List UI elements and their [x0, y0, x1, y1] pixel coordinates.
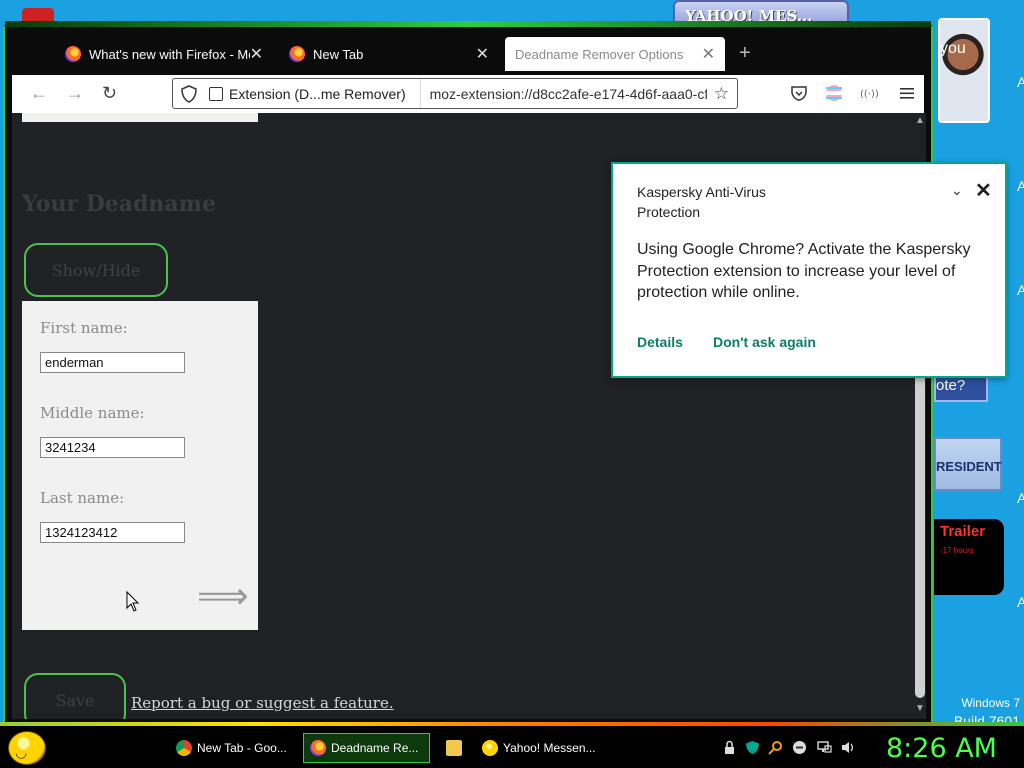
watermark-os: Windows 7: [961, 696, 1020, 710]
side-letter: A: [1017, 594, 1024, 610]
firefox-icon: [310, 740, 326, 756]
report-bug-link[interactable]: Report a bug or suggest a feature.: [131, 694, 394, 712]
extension-identity-chip[interactable]: Extension (D...me Remover): [203, 79, 421, 108]
bookmark-star-icon[interactable]: ☆: [714, 84, 729, 104]
tab-label: Deadname Remover Options: [515, 46, 684, 62]
side-letter: A: [1017, 490, 1024, 506]
firefox-icon: [65, 46, 81, 62]
close-icon[interactable]: ✕: [975, 178, 992, 203]
first-name-field[interactable]: [40, 352, 185, 373]
next-arrow-icon[interactable]: ⟹: [197, 578, 249, 614]
svg-text:((·)): ((·)): [860, 89, 878, 100]
taskbar-item-label: Deadname Re...: [331, 741, 419, 755]
details-link[interactable]: Details: [637, 334, 683, 350]
taskbar-item-yahoo-messenger[interactable]: Yahoo! Messen...: [476, 733, 600, 763]
side-letter: A: [1017, 282, 1024, 298]
navigation-toolbar: ← → ↻ Extension (D...me Remover) moz-ext…: [12, 75, 924, 113]
messenger-status-icon[interactable]: [792, 740, 807, 755]
trailer-title: Trailer: [940, 523, 986, 540]
hamburger-menu-icon[interactable]: [898, 84, 916, 102]
first-name-label: First name:: [40, 319, 128, 337]
taskbar-item-explorer[interactable]: [440, 733, 468, 763]
section-title: Your Deadname: [22, 191, 216, 217]
trailer-banner[interactable]: Trailer -17 hours: [934, 519, 1004, 595]
chrome-icon: [176, 740, 192, 756]
extension-icon: [209, 86, 223, 101]
save-button[interactable]: Save: [24, 673, 126, 719]
taskbar-item-label: Yahoo! Messen...: [503, 741, 596, 755]
tab-bar: What's new with Firefox - More ✕ New Tab…: [5, 27, 931, 75]
photo-caption: you: [940, 40, 966, 57]
smiley-start-icon: ◡: [15, 744, 28, 760]
taskbar-clock[interactable]: 8:26 AM: [886, 733, 997, 764]
security-shield-icon[interactable]: [745, 740, 760, 755]
deadname-card: First name: Middle name: Last name: ⟹: [22, 301, 258, 630]
tracking-shield-icon[interactable]: [181, 84, 197, 103]
tab-label: What's new with Firefox - More: [89, 46, 250, 62]
tab-deadname-options[interactable]: Deadname Remover Options ✕: [505, 37, 725, 71]
extension-toolbar-icon[interactable]: ((·)): [860, 84, 878, 102]
scrollbar-thumb[interactable]: [915, 363, 925, 698]
close-icon[interactable]: ✕: [702, 44, 715, 64]
notification-title: Kaspersky Anti-Virus Protection: [637, 184, 766, 220]
forward-icon[interactable]: →: [66, 83, 84, 104]
extension-chip-label: Extension (D...me Remover): [229, 85, 406, 102]
url-text[interactable]: moz-extension://d8cc2afe-e174-4d6f-aaa0-…: [421, 86, 707, 102]
tab-new-tab[interactable]: New Tab ✕: [279, 39, 499, 69]
last-name-field[interactable]: [40, 522, 185, 543]
mouse-cursor-icon: [126, 591, 140, 612]
president-banner[interactable]: RESIDENT: [934, 437, 1002, 491]
trailer-subtitle: -17 hours: [940, 546, 974, 555]
tab-whats-new[interactable]: What's new with Firefox - More ✕: [55, 39, 273, 69]
reload-icon[interactable]: ↻: [102, 83, 117, 104]
search-icon[interactable]: [768, 740, 783, 755]
notification-body: Using Google Chrome? Activate the Kasper…: [637, 241, 971, 301]
kaspersky-notification: Kaspersky Anti-Virus Protection ⌄ ✕ Usin…: [611, 162, 1007, 378]
side-letter: A: [1017, 74, 1024, 90]
firefox-icon: [289, 46, 305, 62]
previous-card-edge: [22, 113, 258, 122]
volume-icon[interactable]: [841, 740, 856, 755]
tab-label: New Tab: [313, 46, 364, 62]
trans-flag-extension-icon[interactable]: [825, 84, 843, 102]
close-icon[interactable]: ✕: [476, 44, 489, 64]
yahoo-messenger-icon: [482, 740, 498, 756]
show-hide-button[interactable]: Show/Hide: [24, 243, 168, 297]
dont-ask-again-link[interactable]: Don't ask again: [713, 334, 816, 350]
url-bar[interactable]: Extension (D...me Remover) moz-extension…: [172, 78, 738, 109]
taskbar-item-label: New Tab - Goo...: [197, 741, 287, 755]
last-name-label: Last name:: [40, 489, 125, 507]
middle-name-label: Middle name:: [40, 404, 145, 422]
close-icon[interactable]: ✕: [250, 44, 263, 64]
scroll-down-icon[interactable]: ▼: [915, 703, 925, 714]
middle-name-field[interactable]: [40, 437, 185, 458]
scroll-up-icon[interactable]: ▲: [915, 115, 925, 126]
taskbar-item-firefox[interactable]: Deadname Re...: [303, 733, 430, 763]
network-icon[interactable]: [817, 740, 832, 755]
taskbar-item-chrome[interactable]: New Tab - Goo...: [170, 733, 290, 763]
chevron-down-icon[interactable]: ⌄: [951, 182, 963, 199]
folder-icon: [446, 740, 462, 756]
pocket-icon[interactable]: [790, 84, 808, 102]
lock-icon[interactable]: [722, 740, 737, 755]
back-icon[interactable]: ←: [30, 83, 48, 104]
side-letter: A: [1017, 178, 1024, 194]
new-tab-button[interactable]: +: [739, 42, 751, 65]
